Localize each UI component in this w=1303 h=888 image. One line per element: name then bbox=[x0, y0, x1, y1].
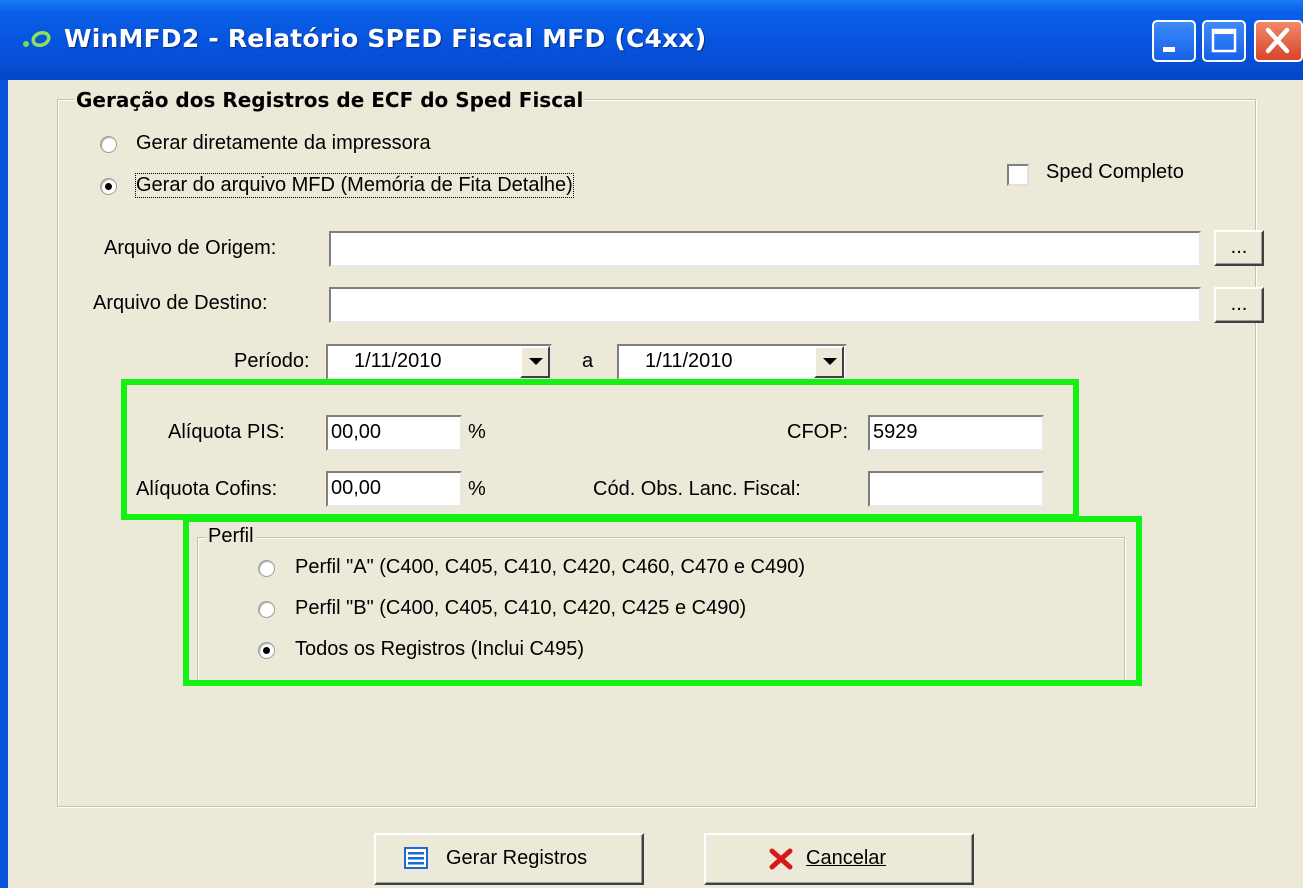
maximize-icon bbox=[1211, 28, 1237, 53]
destino-label: Arquivo de Destino: bbox=[93, 292, 268, 314]
gerar-registros-button[interactable]: Gerar Registros bbox=[374, 833, 644, 885]
app-logo-icon bbox=[23, 30, 51, 48]
highlight-perfil-box bbox=[183, 516, 1142, 686]
sped-completo-label[interactable]: Sped Completo bbox=[1046, 161, 1184, 184]
app-window: WinMFD2 - Relatório SPED Fiscal MFD (C4x… bbox=[0, 0, 1303, 888]
dialog-client-area: Geração dos Registros de ECF do Sped Fis… bbox=[8, 80, 1303, 888]
red-x-icon bbox=[769, 848, 793, 870]
window-title: WinMFD2 - Relatório SPED Fiscal MFD (C4x… bbox=[64, 24, 707, 53]
origem-label: Arquivo de Origem: bbox=[104, 237, 277, 259]
destino-browse-button[interactable]: ... bbox=[1214, 287, 1264, 323]
radio-gerar-impressora[interactable] bbox=[100, 136, 117, 153]
origem-browse-button[interactable]: ... bbox=[1214, 230, 1264, 266]
minimize-button[interactable] bbox=[1152, 20, 1196, 62]
periodo-sep-label: a bbox=[582, 350, 594, 372]
periodo-start-dropdown[interactable] bbox=[520, 346, 550, 378]
close-button[interactable] bbox=[1254, 20, 1303, 62]
destino-input[interactable] bbox=[329, 287, 1201, 323]
highlight-aliquotas-box bbox=[121, 379, 1079, 520]
sped-completo-checkbox[interactable] bbox=[1007, 164, 1029, 186]
radio-gerar-mfd-label[interactable]: Gerar do arquivo MFD (Memória de Fita De… bbox=[135, 173, 574, 198]
origem-input[interactable] bbox=[329, 231, 1201, 267]
cancelar-button[interactable]: Cancelar bbox=[704, 833, 974, 885]
radio-gerar-mfd[interactable] bbox=[100, 178, 117, 195]
periodo-end-dropdown[interactable] bbox=[814, 346, 844, 378]
periodo-start-date[interactable]: 1/11/2010 bbox=[326, 344, 552, 380]
radio-gerar-impressora-label[interactable]: Gerar diretamente da impressora bbox=[136, 132, 431, 155]
periodo-end-date[interactable]: 1/11/2010 bbox=[617, 344, 847, 380]
sped-group-title: Geração dos Registros de ECF do Sped Fis… bbox=[74, 88, 586, 112]
maximize-button[interactable] bbox=[1202, 20, 1246, 62]
close-icon bbox=[1265, 27, 1290, 54]
list-icon bbox=[404, 847, 428, 869]
gerar-registros-label: Gerar Registros bbox=[446, 847, 588, 869]
periodo-label: Período: bbox=[234, 350, 310, 372]
title-bar[interactable]: WinMFD2 - Relatório SPED Fiscal MFD (C4x… bbox=[0, 0, 1303, 80]
minimize-icon bbox=[1163, 47, 1175, 52]
cancelar-label: Cancelar bbox=[806, 847, 887, 869]
